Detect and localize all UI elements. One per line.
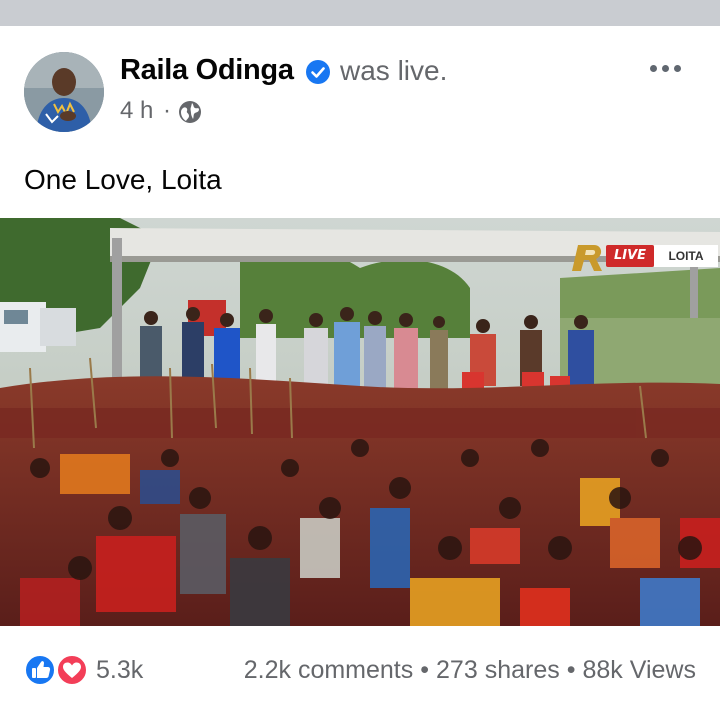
post-caption: One Love, Loita (24, 164, 222, 195)
reaction-count[interactable]: 5.3k (96, 656, 143, 685)
meta-separator: · (163, 97, 171, 124)
live-location-label: LOITA (654, 245, 718, 267)
love-reaction-icon (56, 654, 88, 686)
views-count[interactable]: 88k Views (583, 656, 697, 684)
channel-logo-icon (572, 245, 602, 271)
author-name[interactable]: Raila Odinga (120, 54, 294, 87)
top-divider-strip (0, 0, 720, 26)
shares-count[interactable]: 273 shares (436, 656, 560, 684)
live-post-card: Raila Odinga was live. 4 h · One Love, L… (0, 26, 720, 705)
stats-separator: • (566, 656, 576, 684)
reaction-icons[interactable] (24, 654, 92, 686)
post-status-text: was live. (340, 55, 448, 86)
stats-separator: • (420, 656, 430, 684)
post-stats: 2.2k comments • 273 shares • 88k Views (244, 656, 696, 685)
live-label: LIVE (606, 245, 654, 267)
live-badge: LIVE LOITA (562, 241, 720, 271)
engagement-bar: 5.3k 2.2k comments • 273 shares • 88k Views (0, 626, 720, 705)
more-options-icon[interactable] (646, 56, 686, 80)
author-avatar[interactable] (24, 52, 104, 132)
post-timestamp[interactable]: 4 h (120, 97, 153, 125)
globe-icon (179, 101, 201, 123)
live-video-thumbnail[interactable]: LIVE LOITA (0, 218, 720, 626)
comments-count[interactable]: 2.2k comments (244, 656, 414, 684)
verified-badge-icon (306, 60, 330, 84)
like-reaction-icon (24, 654, 56, 686)
